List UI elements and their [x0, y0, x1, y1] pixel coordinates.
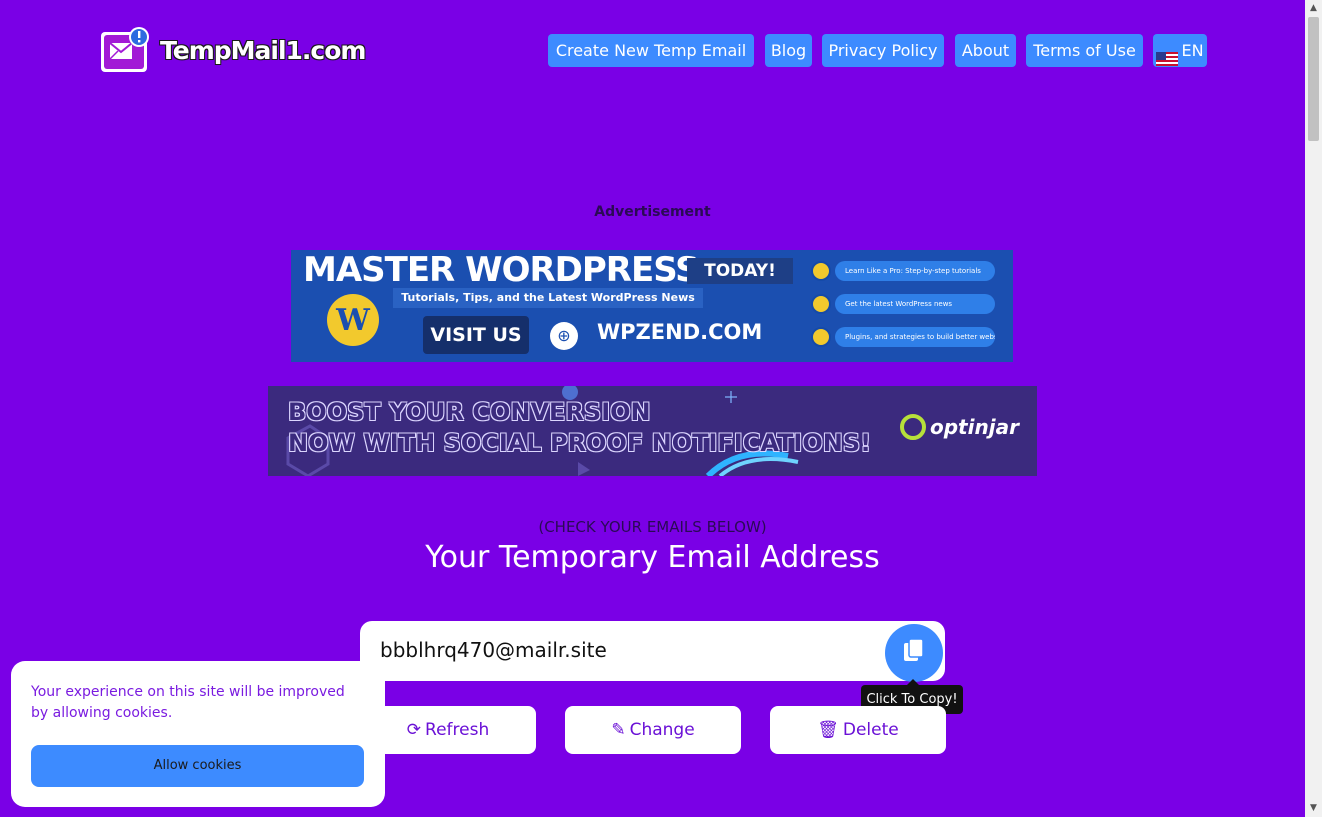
change-button[interactable]: ✎ Change	[565, 706, 741, 754]
banner-headline-line1: BOOST YOUR CONVERSION	[288, 398, 651, 426]
page: TempMail1.com Create New Temp Email Blog…	[0, 0, 1305, 817]
logo-text: TempMail1.com	[160, 35, 366, 65]
copy-button[interactable]	[885, 624, 943, 682]
wordpress-logo-icon: W	[327, 294, 379, 346]
refresh-icon: ⟳	[406, 720, 422, 740]
optinjar-ad-banner[interactable]: BOOST YOUR CONVERSION NOW WITH SOCIAL PR…	[268, 386, 1037, 476]
banner-headline-line2: NOW WITH SOCIAL PROOF NOTIFICATIONS!	[288, 429, 872, 457]
nav-create-new-temp-email[interactable]: Create New Temp Email	[548, 34, 754, 67]
scroll-up-arrow-icon[interactable]: ▲	[1305, 0, 1322, 17]
nav-terms-of-use[interactable]: Terms of Use	[1026, 34, 1143, 67]
page-title: Your Temporary Email Address	[425, 540, 880, 575]
scroll-down-arrow-icon[interactable]: ▼	[1305, 800, 1322, 817]
cookie-consent-popup: Your experience on this site will be imp…	[11, 661, 385, 807]
banner-title: MASTER WORDPRESS	[303, 250, 700, 290]
nav-about[interactable]: About	[955, 34, 1016, 67]
bullet-icon	[811, 261, 831, 281]
allow-cookies-button[interactable]: Allow cookies	[31, 745, 364, 787]
pencil-icon: ✎	[611, 720, 626, 740]
optinjar-logo: optinjar	[900, 414, 1019, 440]
bullet-icon	[811, 294, 831, 314]
banner-visit-button[interactable]: VISIT US	[423, 316, 529, 354]
copy-icon	[903, 638, 925, 668]
optinjar-ring-icon	[900, 414, 926, 440]
vertical-scrollbar[interactable]: ▲ ▼	[1305, 0, 1322, 817]
globe-icon: ⊕	[550, 322, 578, 350]
trash-icon: 🗑	[817, 720, 839, 740]
check-emails-label: (CHECK YOUR EMAILS BELOW)	[538, 518, 767, 536]
delete-button[interactable]: 🗑 Delete	[770, 706, 946, 754]
site-logo[interactable]: TempMail1.com	[100, 26, 366, 74]
wordpress-ad-banner[interactable]: MASTER WORDPRESS TODAY! Tutorials, Tips,…	[291, 250, 1013, 362]
language-selector[interactable]: EN	[1153, 34, 1207, 67]
banner-domain: WPZEND.COM	[597, 320, 763, 344]
advertisement-label: Advertisement	[594, 204, 711, 220]
bullet-icon	[811, 327, 831, 347]
banner-subtitle: Tutorials, Tips, and the Latest WordPres…	[393, 288, 703, 308]
banner-feature-item: Get the latest WordPress news	[811, 294, 995, 314]
nav-privacy-policy[interactable]: Privacy Policy	[822, 34, 944, 67]
banner-feature-item: Learn Like a Pro: Step-by-step tutorials	[811, 261, 995, 281]
banner-today: TODAY!	[687, 258, 793, 284]
refresh-button[interactable]: ⟳ Refresh	[360, 706, 536, 754]
email-address-value[interactable]: bbblhrq470@mailr.site	[380, 638, 607, 662]
nav-blog[interactable]: Blog	[765, 34, 812, 67]
banner-feature-item: Plugins, and strategies to build better …	[811, 327, 995, 347]
scrollbar-thumb[interactable]	[1308, 17, 1319, 141]
language-label: EN	[1181, 41, 1204, 60]
cookie-message: Your experience on this site will be imp…	[31, 684, 345, 721]
us-flag-icon	[1156, 44, 1179, 66]
email-address-box[interactable]: bbblhrq470@mailr.site	[360, 621, 945, 681]
envelope-alert-icon	[100, 26, 150, 74]
